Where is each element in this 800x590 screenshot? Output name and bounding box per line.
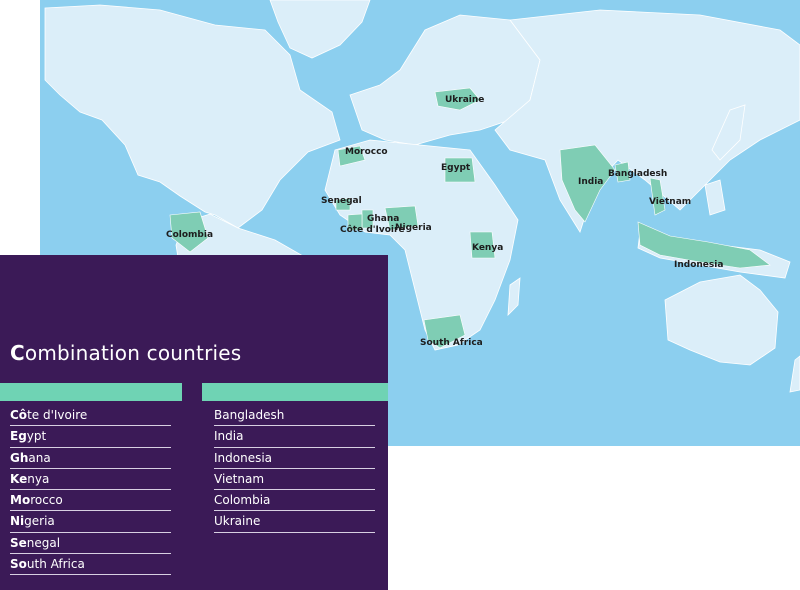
country-initial: So [10,557,27,572]
country-list-right: Bangladesh India Indonesia Vietnam Colombia U… [214,405,375,533]
label-indonesia: Indonesia [674,260,724,270]
label-ukraine: Ukraine [445,95,485,105]
country-list-item: Bangladesh [214,405,375,427]
country-rest: rocco [30,493,63,508]
country-initial: Ni [10,514,25,529]
panel-title-initial: C [10,341,25,365]
country-list-item: Indonesia [214,448,375,469]
label-kenya: Kenya [472,243,504,253]
country-list-item: Ukraine [214,511,375,533]
country-initial: Eg [10,429,27,444]
land-new-zealand [789,355,800,393]
label-bangladesh: Bangladesh [608,169,668,179]
country-rest: ypt [26,429,47,444]
label-south-africa: South Africa [420,338,483,348]
label-senegal: Senegal [321,196,362,206]
country-rest: negal [26,535,61,550]
country-list-item: Kenya [10,469,171,491]
country-list-item: Egypt [10,426,171,448]
country-initial: Gh [10,450,29,465]
accent-bar-left [0,383,182,401]
country-rest: te d'Ivoire [27,408,88,422]
country-list-item: Vietnam [214,469,375,491]
country-rest: nya [27,471,50,486]
country-list-item: Senegal [10,533,171,555]
label-morocco: Morocco [345,147,388,157]
country-initial: Se [10,535,27,550]
combination-countries-panel: Combination countries Côte d'Ivoire Egypt… [0,255,388,590]
label-egypt: Egypt [441,163,471,173]
country-rest: uth Africa [26,557,85,572]
panel-title: Combination countries [10,341,241,365]
country-list-left: Côte d'Ivoire Egypt Ghana Kenya Morocco Niger… [10,405,171,576]
country-initial: Mo [10,493,31,508]
label-vietnam: Vietnam [649,197,692,207]
land-australia [664,274,779,366]
country-rest: ana [28,450,51,465]
country-list-item: Ghana [10,448,171,469]
land-asia [494,9,800,233]
label-colombia: Colombia [166,230,214,240]
country-list-item: Nigeria [10,511,171,533]
country-list-item: India [214,426,375,448]
label-india: India [578,177,604,187]
country-list-item: Colombia [214,490,375,512]
country-list-item: Côte d'Ivoire [10,405,171,427]
land-greenland [269,0,371,59]
accent-bar-right [202,383,388,401]
country-initial: Ke [10,471,28,486]
country-initial: Cô [10,408,28,422]
panel-title-rest: ombination countries [24,341,242,365]
land-madagascar [507,277,521,317]
country-list-item: Morocco [10,490,171,512]
label-nigeria: Nigeria [395,223,432,233]
country-list-item: South Africa [10,554,171,576]
country-rest: geria [24,514,55,529]
land-philippines [704,179,726,216]
